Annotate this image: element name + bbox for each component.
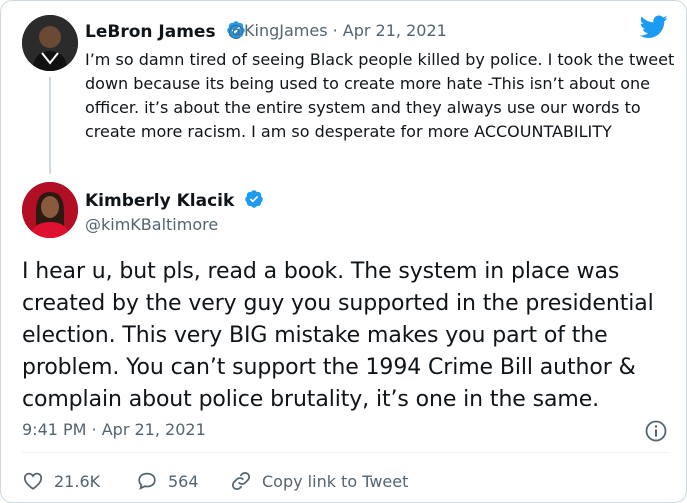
copy-link-label: Copy link to Tweet	[262, 471, 409, 491]
author-handle-2[interactable]: @kimKBaltimore	[85, 215, 218, 234]
main-tweet-text: I hear u, but pls, read a book. The syst…	[22, 259, 654, 412]
copy-link-button[interactable]: Copy link to Tweet	[230, 470, 408, 492]
like-button[interactable]: 21.6K	[22, 470, 136, 492]
avatar-kimberly[interactable]	[22, 182, 78, 238]
heart-icon	[23, 472, 43, 490]
link-icon	[231, 471, 251, 491]
twitter-bird-icon[interactable]	[640, 15, 668, 39]
like-count: 21.6K	[54, 471, 101, 491]
avatar-lebron[interactable]	[22, 15, 78, 71]
divider	[22, 452, 668, 453]
verified-badge-icon	[244, 189, 264, 214]
tweet-actions: 21.6K 564 Copy link to Tweet	[22, 468, 408, 494]
reply-icon	[138, 472, 156, 490]
tweet-card: LeBron James @KingJames · Apr 21, 2021 I…	[0, 0, 687, 503]
tweet-timestamp[interactable]: 9:41 PM · Apr 21, 2021	[22, 420, 206, 439]
thread-connector-line	[49, 77, 51, 174]
author-name-text[interactable]: Kimberly Klacik	[85, 191, 234, 211]
info-icon[interactable]	[644, 419, 668, 443]
author-handle-1[interactable]: @KingJames · Apr 21, 2021	[228, 21, 447, 40]
reply-button[interactable]: 564	[136, 470, 230, 492]
quoted-tweet-text: I’m so damn tired of seeing Black people…	[85, 50, 675, 141]
author-name-1[interactable]: LeBron James	[85, 20, 246, 45]
author-name-2[interactable]: Kimberly Klacik	[85, 189, 264, 214]
reply-count: 564	[168, 471, 199, 491]
author-name-text[interactable]: LeBron James	[85, 22, 216, 42]
